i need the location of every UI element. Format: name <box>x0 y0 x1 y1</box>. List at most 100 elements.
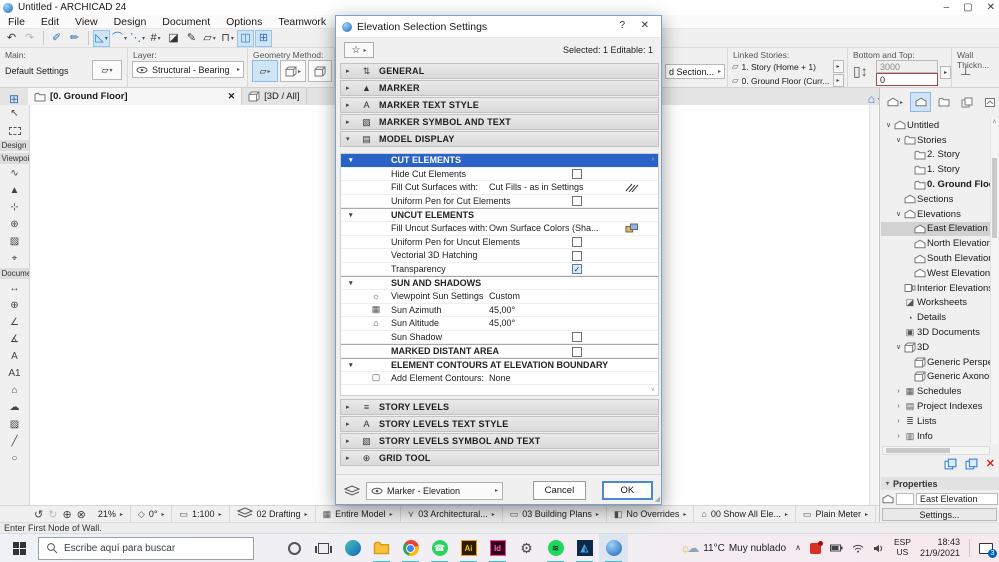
section-story-levels-symbol-and-text[interactable]: ▸ ▧ STORY LEVELS SYMBOL AND TEXT <box>340 433 659 449</box>
tab-view-map[interactable] <box>933 92 954 112</box>
row-value[interactable]: 45,00° <box>489 317 515 330</box>
dialog-close-button[interactable]: ✕ <box>641 20 649 31</box>
battery-icon[interactable] <box>829 544 843 552</box>
setting-row[interactable]: MARKED DISTANT AREA <box>341 344 658 358</box>
menu-item-design[interactable]: Design <box>106 15 155 29</box>
resize-grip[interactable]: ◢ <box>655 495 660 503</box>
surfaces-icon[interactable] <box>625 222 639 235</box>
geometry-chained-button[interactable]: ▸ <box>280 60 306 82</box>
elevation-dimension-tool-button[interactable]: ∠ <box>3 314 27 331</box>
setting-row[interactable]: ☼ Viewpoint Sun Settings Custom <box>341 290 658 304</box>
taskbar-app-spotify[interactable]: ≋ <box>541 534 570 562</box>
maximize-button[interactable]: ▢ <box>963 2 972 13</box>
setting-row[interactable]: ▾ SUN AND SHADOWS <box>341 276 658 290</box>
canvas-vertical-scrollbar[interactable] <box>869 105 878 505</box>
tab-close-icon[interactable]: ✕ <box>228 91 236 102</box>
default-settings-button[interactable]: ▱ ▾ <box>92 60 122 80</box>
feather-button[interactable]: ✎ <box>183 30 200 47</box>
menu-item-view[interactable]: View <box>67 15 106 29</box>
checkbox-unchecked[interactable] <box>572 196 582 207</box>
tree-item[interactable]: East Elevation (Auto-r... <box>881 221 992 237</box>
tree-item[interactable]: ∨ Untitled <box>881 118 992 133</box>
tab-publisher[interactable] <box>979 92 999 112</box>
orientation-selector[interactable]: ◇ 0° ▸ <box>131 505 173 523</box>
lock-button[interactable]: ⊓ ▾ <box>219 30 236 47</box>
section-story-levels-text-style[interactable]: ▸ A STORY LEVELS TEXT STYLE <box>340 416 659 432</box>
tree-item[interactable]: ◪ Worksheets <box>881 296 992 311</box>
taskbar-app-chrome[interactable] <box>396 534 425 562</box>
tab-layout-book[interactable] <box>956 92 977 112</box>
coordinates-button[interactable]: ⊞ <box>255 29 273 47</box>
geometry-box-button[interactable] <box>308 60 332 82</box>
checkbox-unchecked[interactable] <box>572 250 582 261</box>
circle-tool-button[interactable]: ○ <box>3 450 27 467</box>
checkbox-unchecked[interactable] <box>572 346 582 357</box>
expander-icon[interactable]: ▾ <box>349 209 353 221</box>
top-offset-field[interactable]: 3000 <box>876 60 938 73</box>
geometry-simple-button[interactable]: ▱ ▸ <box>252 60 278 82</box>
detail-tool-button[interactable]: ⊕ <box>3 216 27 233</box>
menu-item-file[interactable]: File <box>0 15 33 29</box>
row-value[interactable]: Custom <box>489 290 520 303</box>
pan-forward-button[interactable]: ↻ <box>48 508 57 521</box>
tab-1[interactable]: [3D / All] <box>242 88 307 105</box>
grid-snap-button[interactable]: # ▾ <box>147 30 164 47</box>
properties-header[interactable]: ▾ Properties <box>881 477 999 490</box>
open-viewpoint-icon[interactable] <box>944 458 957 470</box>
snap-guides-button[interactable]: ⌒ ▾ <box>111 30 128 47</box>
tree-item[interactable]: ∨ 3D <box>881 340 992 355</box>
tree-scrollbar[interactable]: ∧ <box>990 118 998 444</box>
pan-back-button[interactable]: ↺ <box>34 508 43 521</box>
bottom-offset-field[interactable]: 0 <box>876 73 938 86</box>
tree-item[interactable]: 0. Ground Floor <box>881 177 992 192</box>
scroll-up-icon[interactable]: ∧ <box>651 156 655 163</box>
expander-icon[interactable]: ▾ <box>349 359 353 371</box>
elevation-tool-button[interactable]: ▲ <box>3 182 27 199</box>
row-value[interactable]: Own Surface Colors (Sha... <box>489 222 599 235</box>
id-field[interactable] <box>896 493 914 505</box>
zoom-level-selector[interactable]: 21% ▸ <box>91 505 131 523</box>
expand-icon[interactable]: › <box>894 418 903 425</box>
tree-item[interactable]: › ▦ Schedules <box>881 384 992 399</box>
favorites-button[interactable]: ☆ ▸ <box>344 42 374 58</box>
expander-icon[interactable]: ▾ <box>349 154 353 167</box>
checkbox-unchecked[interactable] <box>572 332 582 343</box>
section-marker[interactable]: ▸ ▲ MARKER <box>340 80 659 96</box>
setting-row[interactable]: Transparency ✓ <box>341 263 658 277</box>
tree-horizontal-scrollbar[interactable] <box>882 446 990 455</box>
menu-item-edit[interactable]: Edit <box>33 15 67 29</box>
row-value[interactable]: None <box>489 372 511 385</box>
taskbar-app-cortana[interactable] <box>280 534 309 562</box>
close-button[interactable]: ✕ <box>987 2 995 13</box>
cancel-button[interactable]: Cancel <box>533 481 586 500</box>
checkbox-unchecked[interactable] <box>572 237 582 248</box>
dimension-style-selector[interactable]: ▭ Plain Meter ▸ <box>796 505 876 523</box>
interior-elevation-tool-button[interactable]: ⊹ <box>3 199 27 216</box>
setting-row[interactable]: ▦ Sun Azimuth 45,00° <box>341 304 658 318</box>
expand-icon[interactable]: › <box>894 388 903 395</box>
guidelines-button[interactable]: ◺ ▾ <box>93 29 110 47</box>
checkbox-checked[interactable]: ✓ <box>572 264 582 275</box>
marquee-tool-button[interactable] <box>3 122 27 139</box>
section-marker-text-style[interactable]: ▸ A MARKER TEXT STYLE <box>340 97 659 113</box>
taskbar-search-box[interactable]: Escribe aquí para buscar <box>38 536 254 560</box>
cutaway-button[interactable]: ◫ <box>237 29 255 47</box>
dialog-help-button[interactable]: ? <box>619 20 625 31</box>
minimize-button[interactable]: – <box>944 2 950 13</box>
zone-tool-button[interactable]: ⌂ <box>3 382 27 399</box>
taskbar-app-task-view[interactable] <box>309 534 338 562</box>
expand-icon[interactable]: › <box>894 403 903 410</box>
collapse-icon[interactable]: ∨ <box>894 136 903 144</box>
tree-item[interactable]: Sections <box>881 192 992 207</box>
project-chooser-button[interactable]: ▸ <box>882 92 908 112</box>
section-marker-symbol-and-text[interactable]: ▸ ▧ MARKER SYMBOL AND TEXT <box>340 114 659 130</box>
section-general[interactable]: ▸ ⇅ GENERAL <box>340 63 659 79</box>
dimension-tool-button[interactable]: ↔ <box>3 280 27 297</box>
taskbar-app-illustrator[interactable]: Ai <box>454 534 483 562</box>
tree-item[interactable]: West Elevation (Auto-... <box>881 266 992 281</box>
trace-reference-button[interactable]: ▱ ▾ <box>201 30 218 47</box>
line-tool-button[interactable]: ╱ <box>3 433 27 450</box>
menu-item-teamwork[interactable]: Teamwork <box>270 15 334 29</box>
tray-expand-icon[interactable]: ∧ <box>795 544 801 552</box>
text-tool-button[interactable]: A <box>3 348 27 365</box>
